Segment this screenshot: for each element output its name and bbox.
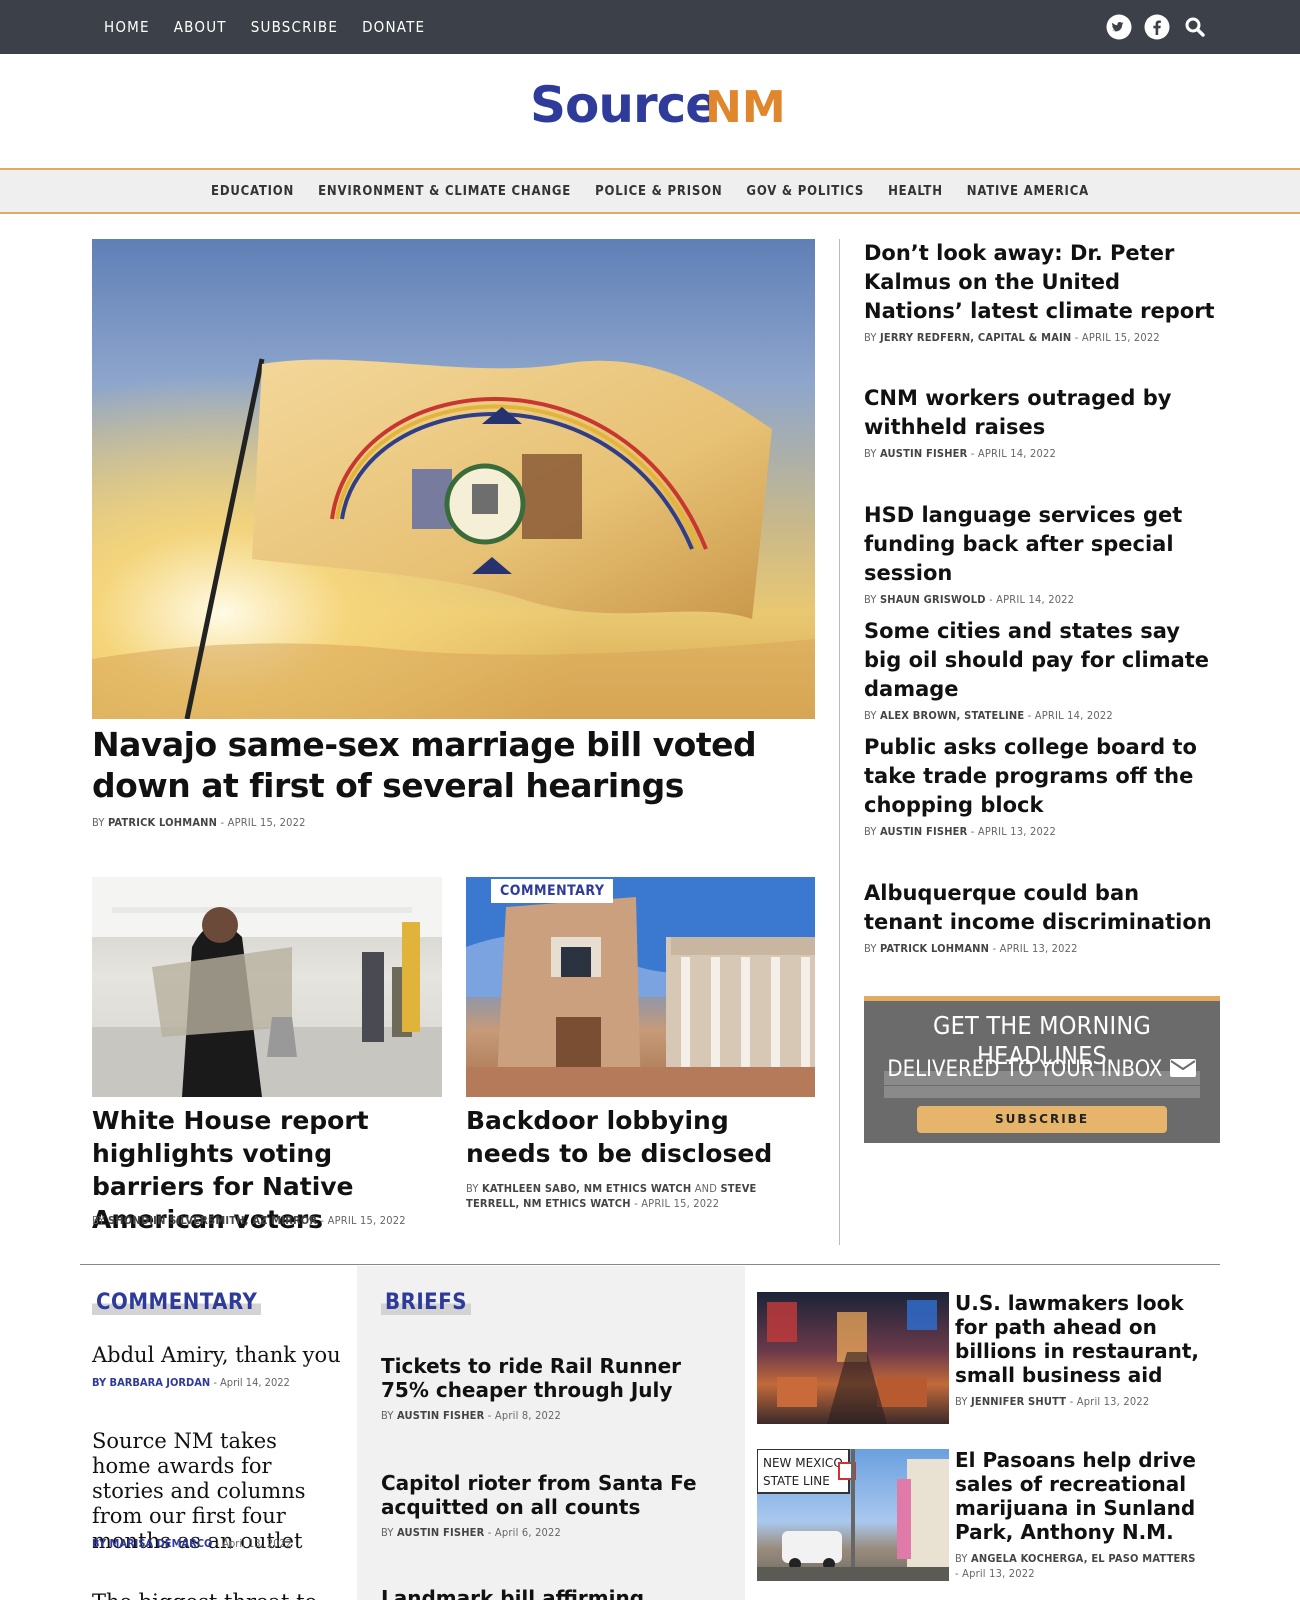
top-nav: Home About Subscribe Donate xyxy=(104,0,425,54)
nav-subscribe[interactable]: Subscribe xyxy=(251,18,338,36)
side-headline[interactable]: Don’t look away: Dr. Peter Kalmus on the… xyxy=(864,239,1224,326)
newsletter-line2: DELIVERED TO YOUR INBOX xyxy=(884,1056,1200,1098)
side-story: Public asks college board to take trade … xyxy=(864,733,1224,839)
commentary-byline: BY BARBARA JORDAN - April 14, 2022 xyxy=(92,1376,290,1389)
card1-byline: BY SHONDIIN SILVERSMITH, AZ MIRROR - APR… xyxy=(92,1214,406,1227)
top-bar: Home About Subscribe Donate xyxy=(0,0,1300,54)
side-story: Albuquerque could ban tenant income disc… xyxy=(864,879,1224,956)
side-story: CNM workers outraged by withheld raises … xyxy=(864,384,1224,461)
hero-image-navajo-flag[interactable] xyxy=(92,239,815,719)
brief-byline: BY AUSTIN FISHER - April 6, 2022 xyxy=(381,1526,562,1539)
brief-headline[interactable]: Tickets to ride Rail Runner 75% cheaper … xyxy=(381,1354,721,1402)
side-story: Some cities and states say big oil shoul… xyxy=(864,617,1224,723)
briefs-heading[interactable]: BRIEFS xyxy=(381,1290,471,1315)
hero-date: - APRIL 15, 2022 xyxy=(217,816,306,829)
side-headline[interactable]: Some cities and states say big oil shoul… xyxy=(864,617,1224,704)
logo-nm: NM xyxy=(705,82,786,133)
commentary-byline: BY MARISA DEMARCO - April 13, 2022 xyxy=(92,1537,293,1550)
right-story-headline[interactable]: U.S. lawmakers look for path ahead on bi… xyxy=(955,1291,1215,1387)
right-story-byline: BY JENNIFER SHUTT - April 13, 2022 xyxy=(955,1395,1150,1408)
card2-byline: BY KATHLEEN SABO, NM ETHICS WATCH AND ST… xyxy=(466,1182,757,1210)
section-native-america[interactable]: Native America xyxy=(967,184,1089,199)
site-logo[interactable]: Source NM xyxy=(530,76,786,140)
side-story: Don’t look away: Dr. Peter Kalmus on the… xyxy=(864,239,1224,345)
subscribe-button[interactable]: SUBSCRIBE xyxy=(917,1106,1167,1133)
brief-headline-partial[interactable]: Landmark bill affirming abortion xyxy=(381,1586,721,1600)
brief-headline[interactable]: Capitol rioter from Santa Fe acquitted o… xyxy=(381,1471,721,1519)
newsletter-box: GET THE MORNING HEADLINES DELIVERED TO Y… xyxy=(864,996,1220,1143)
side-story: HSD language services get funding back a… xyxy=(864,501,1224,607)
logo-source: Source xyxy=(530,76,719,134)
card1-author[interactable]: SHONDIIN SILVERSMITH, AZ MIRROR xyxy=(108,1214,317,1227)
section-gov-politics[interactable]: Gov & Politics xyxy=(746,184,864,199)
twitter-icon[interactable] xyxy=(1106,14,1132,40)
card-image-roundhouse[interactable] xyxy=(466,877,815,1097)
commentary-headline-partial[interactable]: The biggest threat to xyxy=(92,1590,342,1600)
side-headline[interactable]: Albuquerque could ban tenant income disc… xyxy=(864,879,1224,937)
side-headline[interactable]: CNM workers outraged by withheld raises xyxy=(864,384,1224,442)
section-environment[interactable]: Environment & Climate Change xyxy=(318,184,571,199)
hero-author[interactable]: PATRICK LOHMANN xyxy=(108,816,217,829)
right-story-byline: BY ANGELA KOCHERGA, EL PASO MATTERS - Apr… xyxy=(955,1552,1196,1580)
commentary-tag[interactable]: COMMENTARY xyxy=(491,879,614,903)
side-headline[interactable]: Public asks college board to take trade … xyxy=(864,733,1224,820)
hero-byline: BY PATRICK LOHMANN - APRIL 15, 2022 xyxy=(92,816,306,829)
section-police-prison[interactable]: Police & Prison xyxy=(595,184,722,199)
card-image-white-house-report[interactable] xyxy=(92,877,442,1097)
story-image-state-line[interactable]: NEW MEXICO STATE LINE xyxy=(757,1449,949,1581)
commentary-heading[interactable]: COMMENTARY xyxy=(92,1290,262,1315)
section-nav: Education Environment & Climate Change P… xyxy=(0,168,1300,214)
side-headline[interactable]: HSD language services get funding back a… xyxy=(864,501,1224,588)
section-education[interactable]: Education xyxy=(211,184,294,199)
nav-home[interactable]: Home xyxy=(104,18,150,36)
column-divider xyxy=(839,239,840,1245)
nav-donate[interactable]: Donate xyxy=(362,18,425,36)
hero-headline[interactable]: Navajo same-sex marriage bill voted down… xyxy=(92,724,812,806)
svg-text:NEW MEXICO: NEW MEXICO xyxy=(763,1456,843,1470)
nav-about[interactable]: About xyxy=(174,18,227,36)
section-divider xyxy=(80,1264,1220,1265)
section-health[interactable]: Health xyxy=(888,184,943,199)
commentary-headline[interactable]: Source NM takes home awards for stories … xyxy=(92,1429,342,1554)
svg-text:STATE LINE: STATE LINE xyxy=(763,1474,830,1488)
briefs-panel xyxy=(357,1266,745,1600)
right-story-headline[interactable]: El Pasoans help drive sales of recreatio… xyxy=(955,1448,1215,1544)
search-icon[interactable] xyxy=(1182,14,1208,40)
brief-byline: BY AUSTIN FISHER - April 8, 2022 xyxy=(381,1409,562,1422)
envelope-icon xyxy=(1169,1058,1197,1086)
card2-author1[interactable]: KATHLEEN SABO, NM ETHICS WATCH xyxy=(482,1182,691,1195)
social-icons xyxy=(1106,14,1208,40)
facebook-icon[interactable] xyxy=(1144,14,1170,40)
card2-headline[interactable]: Backdoor lobbying needs to be disclosed xyxy=(466,1104,815,1170)
story-image-restaurant[interactable] xyxy=(757,1292,949,1424)
commentary-headline[interactable]: Abdul Amiry, thank you xyxy=(92,1343,342,1368)
